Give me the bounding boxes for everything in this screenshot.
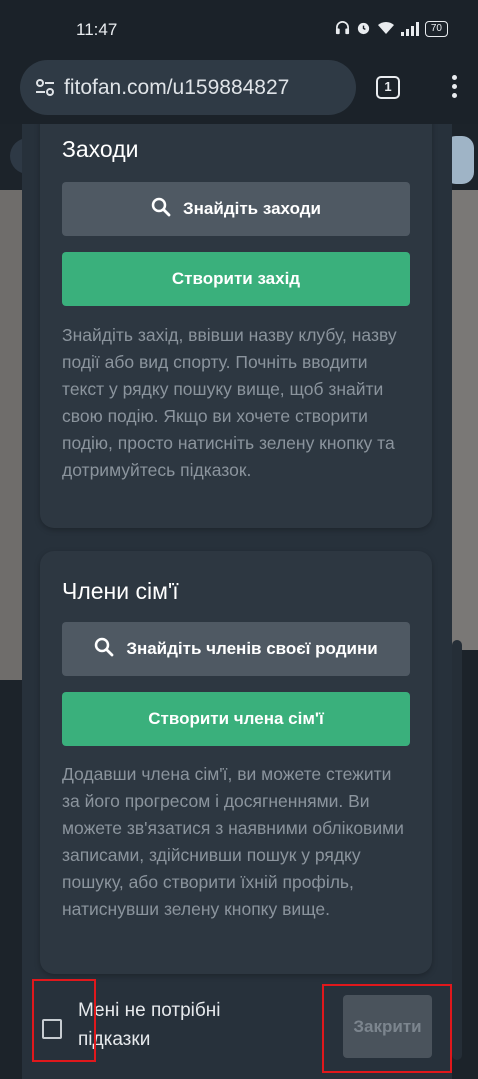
find-family-button[interactable]: Знайдіть членів своєї родини bbox=[62, 622, 410, 676]
status-bar: 11:47 70 bbox=[0, 0, 478, 58]
family-card: Члени сім'ї Знайдіть членів своєї родини… bbox=[40, 551, 432, 974]
create-event-button[interactable]: Створити захід bbox=[62, 252, 410, 306]
create-event-label: Створити захід bbox=[171, 269, 301, 288]
background-card bbox=[452, 640, 462, 1060]
find-family-label: Знайдіть членів своєї родини bbox=[126, 639, 378, 658]
create-family-member-button[interactable]: Створити члена сім'ї bbox=[62, 692, 410, 746]
family-description: Додавши члена сім'ї, ви можете стежити з… bbox=[62, 764, 404, 919]
headphones-icon bbox=[335, 20, 350, 38]
find-events-button[interactable]: Знайдіть заходи bbox=[62, 182, 410, 236]
tab-switcher-button[interactable]: 1 bbox=[376, 76, 400, 99]
wifi-icon bbox=[377, 21, 395, 38]
events-card: Заходи Знайдіть заходи Створити захід Зн… bbox=[40, 124, 432, 528]
site-settings-icon[interactable] bbox=[34, 77, 56, 99]
status-time: 11:47 bbox=[76, 20, 118, 39]
alarm-icon bbox=[356, 20, 371, 38]
search-icon bbox=[151, 197, 171, 222]
tips-modal: Заходи Знайдіть заходи Створити захід Зн… bbox=[22, 124, 452, 1079]
battery-icon: 70 bbox=[424, 21, 448, 37]
create-family-member-label: Створити члена сім'ї bbox=[148, 709, 324, 728]
family-title: Члени сім'ї bbox=[62, 578, 179, 604]
find-events-label: Знайдіть заходи bbox=[183, 199, 321, 218]
events-description: Знайдіть захід, ввівши назву клубу, назв… bbox=[62, 325, 397, 480]
url-text[interactable]: fitofan.com/u159884827 bbox=[64, 76, 289, 100]
address-bar[interactable]: fitofan.com/u159884827 bbox=[20, 60, 356, 115]
no-tips-label[interactable]: Мені не потрібні підказки bbox=[78, 996, 278, 1054]
highlight-checkbox bbox=[32, 979, 96, 1062]
background-image bbox=[452, 190, 478, 650]
signal-icon bbox=[400, 22, 419, 36]
status-icons: 70 bbox=[335, 20, 448, 38]
highlight-close-button bbox=[322, 984, 452, 1073]
events-title: Заходи bbox=[62, 136, 139, 162]
search-icon bbox=[94, 637, 114, 662]
browser-toolbar: fitofan.com/u159884827 1 bbox=[0, 58, 478, 124]
background-image bbox=[0, 190, 22, 680]
browser-menu-icon[interactable] bbox=[448, 75, 460, 101]
